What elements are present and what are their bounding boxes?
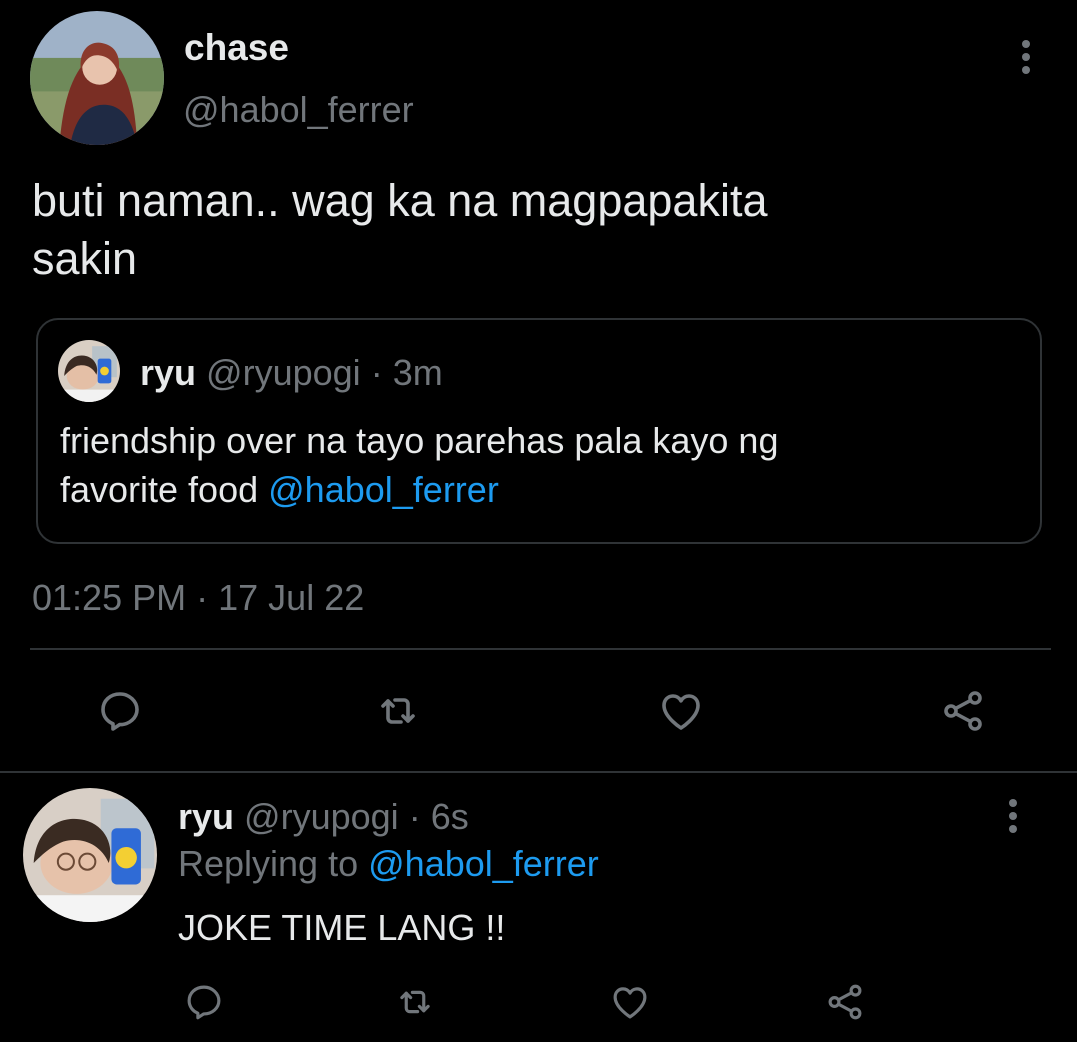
author-name[interactable]: chase: [184, 26, 289, 70]
share-button[interactable]: [936, 685, 990, 737]
reply-text: JOKE TIME LANG !!: [178, 907, 506, 948]
quoted-text-prefix: favorite food: [60, 469, 259, 510]
reply-button[interactable]: [182, 980, 226, 1024]
avatar-image: [23, 788, 157, 922]
tweet-timestamp[interactable]: 01:25 PM · 17 Jul 22: [32, 576, 364, 620]
share-icon: [944, 691, 982, 731]
divider: [0, 771, 1077, 773]
tweet-text: buti naman.. wag ka na magpapakita sakin: [32, 172, 767, 288]
quoted-tweet-text: friendship over na tayo parehas pala kay…: [60, 416, 778, 514]
quoted-tweet-header: ryu @ryupogi · 3m: [140, 351, 443, 395]
reply-author-name[interactable]: ryu: [178, 796, 234, 837]
like-button[interactable]: [654, 685, 708, 737]
author-handle[interactable]: @habol_ferrer: [183, 88, 414, 132]
tweet-text-line: sakin: [32, 233, 138, 284]
like-button[interactable]: [607, 980, 653, 1024]
retweet-button[interactable]: [391, 980, 439, 1024]
reply-author-avatar[interactable]: [23, 788, 157, 922]
retweet-icon: [381, 698, 415, 724]
quoted-text-line: favorite food @habol_ferrer: [60, 465, 778, 514]
quoted-author-avatar: [58, 340, 120, 402]
reply-icon: [187, 985, 221, 1020]
more-options-icon[interactable]: [1022, 40, 1032, 79]
share-icon: [828, 984, 862, 1020]
retweet-button[interactable]: [370, 685, 426, 737]
replying-to-label: Replying to: [178, 843, 359, 884]
tweet-time: 01:25 PM: [32, 577, 187, 618]
quoted-text-line: friendship over na tayo parehas pala kay…: [60, 420, 779, 461]
quoted-author-handle: @ryupogi: [206, 352, 361, 393]
tweet-text-line: buti naman.. wag ka na magpapakita: [32, 175, 768, 226]
reply-button[interactable]: [94, 685, 146, 737]
reply-age: 6s: [430, 796, 469, 837]
dot-separator: ·: [370, 352, 383, 393]
more-options-icon[interactable]: [1009, 799, 1019, 838]
mention-link[interactable]: @habol_ferrer: [268, 469, 499, 510]
mention-link[interactable]: @habol_ferrer: [368, 843, 599, 884]
divider: [30, 648, 1051, 650]
heart-icon: [662, 694, 700, 730]
heart-icon: [613, 987, 647, 1019]
quoted-tweet-age: 3m: [392, 352, 443, 393]
avatar-image: [30, 11, 164, 145]
reply-header: ryu @ryupogi · 6s: [178, 795, 469, 839]
quoted-author-name: ryu: [140, 352, 197, 393]
reply-author-handle[interactable]: @ryupogi: [244, 796, 399, 837]
avatar-image: [58, 340, 120, 402]
author-avatar[interactable]: [30, 11, 164, 145]
share-button[interactable]: [822, 980, 868, 1024]
replying-to: Replying to @habol_ferrer: [178, 842, 599, 886]
reply-icon: [101, 692, 139, 731]
retweet-icon: [400, 990, 430, 1014]
dot-separator: ·: [408, 796, 421, 837]
tweet-date: 17 Jul 22: [218, 577, 365, 618]
dot-separator: ·: [196, 577, 209, 618]
